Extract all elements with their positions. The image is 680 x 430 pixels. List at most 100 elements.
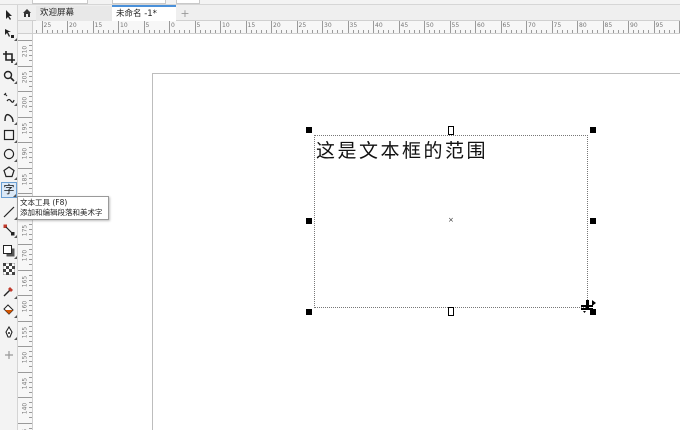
ruler-tick: [29, 407, 32, 409]
ruler-tick: [77, 30, 79, 33]
ruler-tick: [29, 340, 32, 342]
property-field[interactable]: [32, 0, 88, 4]
ruler-tick: [97, 30, 99, 33]
ruler-tick: [663, 30, 665, 33]
ruler-tick: [123, 30, 125, 33]
dimension-tool-button[interactable]: [1, 204, 17, 220]
property-field[interactable]: [112, 0, 166, 4]
freehand-tool-button[interactable]: [1, 90, 17, 106]
ruler-tick: [29, 289, 32, 291]
ruler-tick: [480, 30, 482, 33]
tab-document[interactable]: 未命名 -1*: [112, 5, 176, 21]
ruler-label: 165: [21, 275, 29, 287]
ruler-tick: [673, 30, 675, 33]
selection-handle-middle-right[interactable]: [590, 218, 596, 224]
ruler-tick: [158, 30, 160, 33]
ruler-tick: [143, 21, 145, 33]
ruler-tick: [408, 30, 410, 33]
add-tab-button[interactable]: +: [178, 6, 192, 21]
ruler-tick: [556, 30, 558, 33]
ruler-tick: [29, 249, 32, 251]
polygon-tool-button[interactable]: [1, 164, 17, 180]
horizontal-ruler[interactable]: 3025201510505101520253035404550556065707…: [33, 21, 680, 34]
text-tool-button[interactable]: 字: [1, 182, 17, 198]
selection-handle-top-middle[interactable]: [448, 126, 454, 135]
ruler-tick: [128, 30, 130, 33]
ruler-tick: [29, 126, 32, 128]
connector-tool-button[interactable]: [1, 222, 17, 238]
ruler-tick: [255, 30, 257, 33]
ruler-label: 0: [171, 22, 175, 29]
tab-home[interactable]: [18, 6, 36, 21]
drawing-canvas[interactable]: 这是文本框的范围 ×: [34, 35, 680, 430]
ruler-tick: [352, 30, 354, 33]
transparency-tool-button[interactable]: [1, 261, 17, 277]
flyout-indicator: [14, 177, 17, 180]
eyedropper-tool-button[interactable]: [1, 283, 17, 299]
ruler-label: 35: [349, 22, 358, 29]
ruler-tick: [29, 335, 32, 337]
rectangle-tool-button[interactable]: [1, 127, 17, 143]
ruler-tick: [378, 30, 380, 33]
ruler-tick: [342, 30, 344, 33]
ruler-tick: [286, 30, 288, 33]
artistic-media-tool-button[interactable]: [1, 109, 17, 125]
flyout-indicator: [14, 62, 17, 65]
pick-tool-button[interactable]: [1, 7, 17, 23]
ruler-tick: [56, 30, 58, 33]
ruler-tick: [67, 21, 68, 33]
selection-handle-bottom-middle[interactable]: [448, 307, 454, 316]
selection-handle-bottom-left[interactable]: [306, 309, 312, 315]
frame-text-content[interactable]: 这是文本框的范围: [316, 136, 488, 163]
ruler-tick: [357, 30, 359, 33]
ruler-tick: [571, 30, 573, 33]
ruler-tick: [29, 376, 32, 378]
smart-fill-tool-button[interactable]: [1, 324, 17, 340]
text-flow-tab-icon[interactable]: [580, 297, 598, 315]
ruler-tick: [622, 30, 624, 33]
home-icon: [23, 9, 31, 17]
ruler-tick: [51, 30, 53, 33]
ruler-tick: [276, 30, 278, 33]
ruler-tick: [29, 223, 32, 225]
ruler-label: 20: [273, 22, 281, 29]
add-tool-button[interactable]: [1, 347, 17, 363]
ruler-tick: [29, 50, 32, 52]
ruler-tick: [29, 157, 32, 159]
ruler-tick: [444, 30, 446, 33]
property-field[interactable]: [176, 0, 200, 4]
ruler-tick: [29, 147, 32, 149]
ruler-tick: [495, 30, 497, 33]
tab-welcome[interactable]: 欢迎屏幕: [36, 6, 112, 21]
ruler-tick: [628, 21, 629, 33]
ruler-tick: [18, 116, 32, 118]
ruler-tick: [388, 30, 390, 33]
ellipse-tool-button[interactable]: [1, 146, 17, 162]
ruler-tick: [29, 356, 32, 358]
vertical-ruler[interactable]: 2102052001951901851801751701651601551501…: [18, 34, 33, 430]
shape-tool-button[interactable]: [1, 25, 17, 41]
ruler-tick: [29, 55, 32, 57]
rotation-center-mark: ×: [448, 216, 454, 224]
selection-handle-top-left[interactable]: [306, 127, 312, 133]
ruler-tick: [112, 30, 114, 33]
ruler-tick: [82, 30, 84, 33]
ruler-tick: [281, 30, 283, 33]
selection-handle-middle-left[interactable]: [306, 218, 312, 224]
crop-tool-button[interactable]: [1, 49, 17, 65]
flyout-indicator: [14, 256, 17, 259]
zoom-tool-button[interactable]: [1, 68, 17, 84]
ruler-tick: [29, 106, 32, 108]
ruler-tick: [316, 30, 318, 33]
ruler-tick: [87, 30, 89, 33]
ruler-tick: [449, 21, 451, 33]
shadow-tool-button[interactable]: [1, 243, 17, 259]
selection-handle-top-right[interactable]: [590, 127, 596, 133]
ruler-tick: [18, 320, 32, 322]
ruler-corner[interactable]: [18, 21, 33, 34]
ruler-tick: [29, 310, 32, 312]
fill-tool-button[interactable]: [1, 302, 17, 318]
flyout-indicator: [14, 235, 17, 238]
ruler-tick: [18, 40, 32, 41]
ruler-tick: [92, 21, 94, 33]
